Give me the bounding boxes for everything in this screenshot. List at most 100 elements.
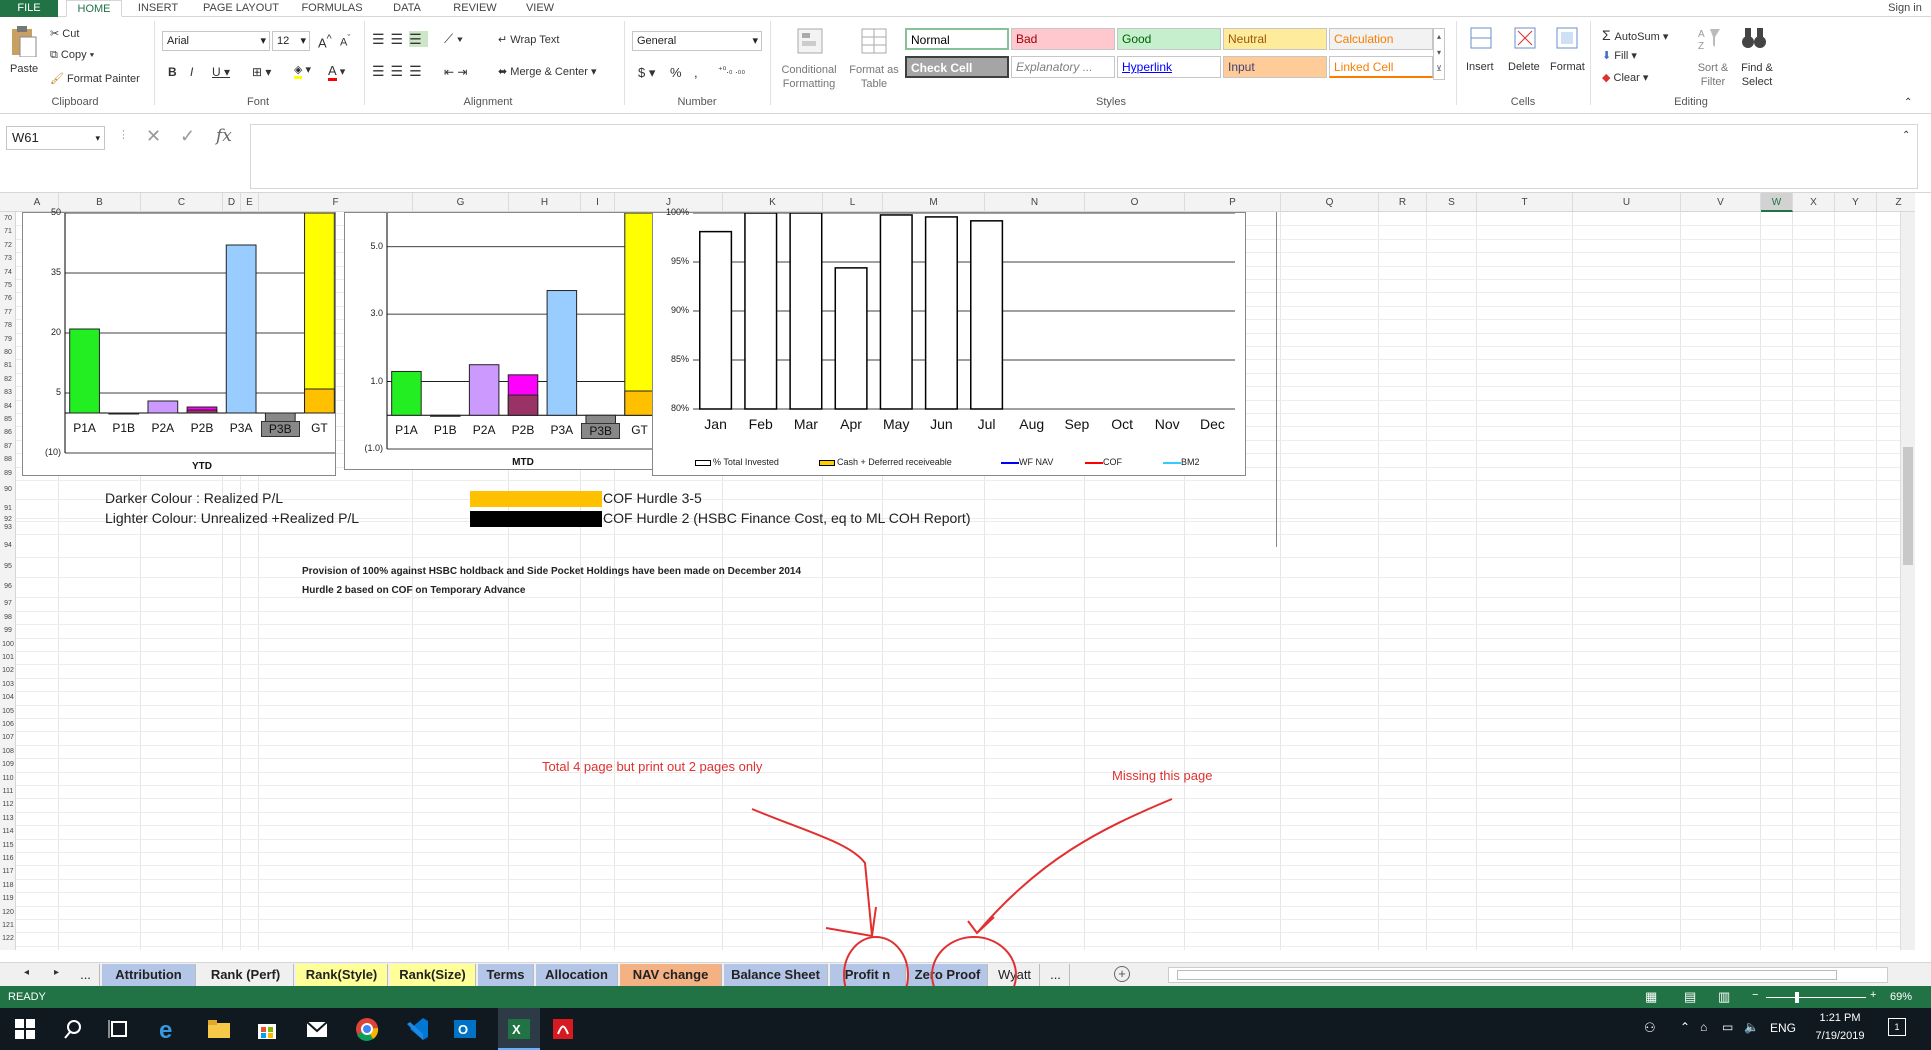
merge-center-button[interactable]: ⬌ Merge & Center ▾ bbox=[498, 65, 597, 78]
clear-button[interactable]: ◆ Clear ▾ bbox=[1602, 71, 1648, 84]
column-header[interactable]: L bbox=[823, 193, 883, 212]
sheet-tab-rank-style[interactable]: Rank(Style) bbox=[296, 964, 388, 986]
font-color-button[interactable]: A ▾ bbox=[328, 63, 345, 81]
column-header[interactable]: H bbox=[509, 193, 581, 212]
zoom-out-button[interactable]: − bbox=[1752, 989, 1758, 1001]
vscode-icon[interactable] bbox=[404, 1016, 430, 1042]
people-icon[interactable]: ⚇ bbox=[1644, 1020, 1656, 1036]
row-header[interactable]: 103 bbox=[0, 678, 16, 691]
sheet-tab-attribution[interactable]: Attribution bbox=[102, 964, 196, 986]
cell-style-calculation[interactable]: Calculation bbox=[1329, 28, 1433, 50]
row-header[interactable]: 79 bbox=[0, 333, 16, 346]
tab-insert[interactable]: INSERT bbox=[130, 0, 186, 17]
row-header[interactable]: 105 bbox=[0, 705, 16, 718]
row-header[interactable]: 104 bbox=[0, 691, 16, 704]
row-header[interactable]: 71 bbox=[0, 225, 16, 238]
row-header[interactable]: 78 bbox=[0, 319, 16, 332]
tab-page-layout[interactable]: PAGE LAYOUT bbox=[196, 0, 286, 17]
row-header[interactable]: 113 bbox=[0, 812, 16, 825]
cell-style-neutral[interactable]: Neutral bbox=[1223, 28, 1327, 50]
column-header[interactable]: T bbox=[1477, 193, 1573, 212]
column-header[interactable]: K bbox=[723, 193, 823, 212]
tab-view[interactable]: VIEW bbox=[516, 0, 564, 17]
row-header[interactable]: 77 bbox=[0, 306, 16, 319]
column-header[interactable]: O bbox=[1085, 193, 1185, 212]
delete-cells-button[interactable] bbox=[1512, 25, 1538, 54]
row-header[interactable]: 122 bbox=[0, 932, 16, 945]
page-break-view-icon[interactable]: ▥ bbox=[1718, 989, 1730, 1005]
cell-style-check-cell[interactable]: Check Cell bbox=[905, 56, 1009, 78]
underline-button[interactable]: U ▾ bbox=[212, 65, 230, 79]
sheet-tab-nav-change[interactable]: NAV change bbox=[620, 964, 722, 986]
notification-icon[interactable]: 1 bbox=[1888, 1018, 1906, 1036]
sheet-tab-terms[interactable]: Terms bbox=[478, 964, 534, 986]
row-header[interactable]: 94 bbox=[0, 534, 16, 557]
row-header[interactable]: 70 bbox=[0, 212, 16, 225]
bold-button[interactable]: B bbox=[168, 65, 177, 79]
column-header[interactable]: W bbox=[1761, 193, 1793, 212]
zoom-level[interactable]: 69% bbox=[1890, 991, 1912, 1003]
row-header[interactable]: 74 bbox=[0, 266, 16, 279]
cell-style-bad[interactable]: Bad bbox=[1011, 28, 1115, 50]
column-header[interactable]: D bbox=[223, 193, 241, 212]
normal-view-icon[interactable]: ▦ bbox=[1645, 989, 1657, 1005]
sheet-tab-[interactable]: ... bbox=[72, 964, 100, 986]
row-header[interactable]: 107 bbox=[0, 731, 16, 744]
cell-style-input[interactable]: Input bbox=[1223, 56, 1327, 78]
row-header[interactable]: 97 bbox=[0, 597, 16, 610]
tab-review[interactable]: REVIEW bbox=[446, 0, 504, 17]
tab-data[interactable]: DATA bbox=[382, 0, 432, 17]
tab-formulas[interactable]: FORMULAS bbox=[296, 0, 368, 17]
column-header[interactable]: P bbox=[1185, 193, 1281, 212]
comma-button[interactable]: , bbox=[694, 65, 698, 80]
sheet-tab-[interactable]: ... bbox=[1042, 964, 1070, 986]
column-header[interactable]: R bbox=[1379, 193, 1427, 212]
ytd-chart[interactable]: (10) 5 20 35 50 P1A P1B P2A P2B P3A P3B GT YTD bbox=[22, 207, 339, 476]
sheet-tab-profit-n-loss[interactable]: Profit n Loss bbox=[830, 964, 906, 1004]
column-header[interactable]: X bbox=[1793, 193, 1835, 212]
row-header[interactable]: 111 bbox=[0, 785, 16, 798]
volume-icon[interactable]: 🔈 bbox=[1744, 1020, 1759, 1034]
row-header[interactable]: 118 bbox=[0, 879, 16, 892]
row-header[interactable]: 96 bbox=[0, 577, 16, 597]
font-name-dropdown[interactable]: Arial ▾ bbox=[162, 31, 270, 51]
zoom-slider[interactable] bbox=[1766, 997, 1866, 998]
row-header[interactable]: 114 bbox=[0, 825, 16, 838]
cell-style-hyperlink[interactable]: Hyperlink bbox=[1117, 56, 1221, 78]
row-header[interactable]: 80 bbox=[0, 346, 16, 359]
font-size-dropdown[interactable]: 12 ▾ bbox=[272, 31, 310, 51]
formula-input[interactable] bbox=[250, 124, 1918, 189]
row-header[interactable]: 89 bbox=[0, 467, 16, 480]
clock-date[interactable]: 7/19/2019 bbox=[1810, 1030, 1870, 1042]
horizontal-align-buttons[interactable]: ☰☰☰ bbox=[372, 63, 428, 80]
zoom-in-button[interactable]: + bbox=[1870, 989, 1876, 1001]
row-header[interactable]: 109 bbox=[0, 758, 16, 771]
sheet-tab-balance-sheet[interactable]: Balance Sheet bbox=[724, 964, 828, 986]
column-header[interactable]: N bbox=[985, 193, 1085, 212]
shrink-font-button[interactable]: Aˇ bbox=[340, 33, 350, 49]
row-header[interactable]: 102 bbox=[0, 664, 16, 677]
column-header[interactable]: F bbox=[259, 193, 413, 212]
enter-icon[interactable]: ✓ bbox=[180, 126, 195, 147]
sheet-tab-zero-proof[interactable]: Zero Proof bbox=[908, 964, 988, 986]
column-header[interactable]: Z bbox=[1877, 193, 1915, 212]
column-header[interactable]: Q bbox=[1281, 193, 1379, 212]
mtd-chart[interactable]: (1.0) 1.0 3.0 5.0 P1A P1B P2A P2B P3A P3B GT MTD bbox=[344, 212, 659, 470]
row-header[interactable]: 72 bbox=[0, 239, 16, 252]
row-header[interactable]: 75 bbox=[0, 279, 16, 292]
expand-formula-bar-icon[interactable]: ⌃ bbox=[1902, 130, 1910, 141]
cell-style-linked-cell[interactable]: Linked Cell bbox=[1329, 56, 1433, 78]
sheet-tab-rank-perf[interactable]: Rank (Perf) bbox=[198, 964, 294, 986]
windows-start-icon[interactable] bbox=[12, 1016, 38, 1042]
insert-function-icon[interactable]: fx bbox=[216, 126, 232, 146]
cut-button[interactable]: ✂ Cut bbox=[50, 27, 79, 40]
row-header[interactable]: 98 bbox=[0, 611, 16, 624]
cancel-icon[interactable]: ✕ bbox=[146, 126, 161, 147]
styles-gallery-scroll[interactable]: ▴ ▾ ⊻ bbox=[1433, 28, 1445, 80]
paste-button[interactable] bbox=[8, 25, 44, 67]
row-header[interactable]: 108 bbox=[0, 745, 16, 758]
column-header[interactable]: S bbox=[1427, 193, 1477, 212]
row-header[interactable]: 83 bbox=[0, 386, 16, 399]
store-icon[interactable] bbox=[254, 1016, 280, 1042]
orientation-button[interactable]: ⟋ ▾ bbox=[444, 31, 463, 47]
